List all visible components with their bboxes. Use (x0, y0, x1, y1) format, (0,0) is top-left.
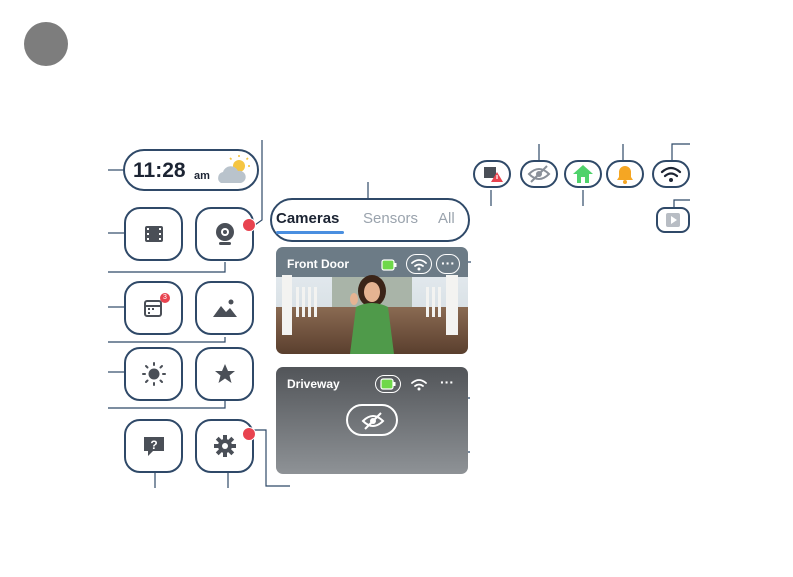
calendar-button[interactable]: 3 (124, 281, 183, 335)
wifi-status-button[interactable] (652, 160, 690, 188)
live-view-button[interactable] (656, 207, 690, 233)
clock-time: 11:28 (133, 159, 186, 182)
privacy-icon (361, 412, 385, 430)
privacy-status-button[interactable] (520, 160, 558, 188)
settings-button[interactable] (195, 419, 256, 473)
camera-card-driveway[interactable]: Driveway ··· (276, 367, 468, 474)
help-icon: ? (143, 437, 164, 456)
clock-ampm: am (194, 170, 210, 182)
tab-cameras[interactable]: Cameras (276, 210, 339, 227)
camera-notification-dot (242, 218, 256, 232)
settings-notification-dot (242, 427, 256, 441)
tab-active-indicator (276, 231, 344, 234)
clips-button[interactable] (124, 207, 183, 261)
brightness-icon (141, 362, 166, 386)
battery-status-driveway (375, 375, 401, 393)
play-icon (666, 213, 680, 227)
wifi-icon (411, 259, 427, 271)
more-icon: ··· (441, 255, 455, 271)
favorite-button[interactable] (195, 347, 254, 401)
help-button[interactable]: ? (124, 419, 183, 473)
offline-status-button[interactable] (473, 160, 511, 188)
tab-all[interactable]: All (438, 210, 455, 227)
brightness-button[interactable] (124, 347, 183, 401)
home-mode-icon (573, 165, 593, 183)
battery-icon (381, 259, 397, 271)
calendar-badge: 3 (160, 293, 170, 303)
home-mode-button[interactable] (564, 160, 602, 188)
svg-text:?: ? (150, 438, 157, 452)
offline-icon (484, 167, 503, 182)
camera-icon (215, 223, 234, 245)
tab-sensors[interactable]: Sensors (363, 210, 418, 227)
battery-icon (380, 378, 396, 390)
privacy-icon (527, 165, 551, 183)
gallery-icon (212, 299, 237, 317)
camera-name-driveway: Driveway (287, 377, 340, 391)
privacy-toggle-driveway[interactable] (346, 404, 398, 436)
favorite-icon (214, 364, 235, 383)
camera-button[interactable] (195, 207, 256, 261)
wifi-status-front-door[interactable] (406, 254, 432, 274)
wifi-icon (411, 379, 427, 391)
clock-weather-widget[interactable]: 11:28 am (123, 149, 259, 191)
wifi-icon (660, 166, 682, 182)
alarm-icon (617, 166, 633, 184)
gallery-button[interactable] (195, 281, 254, 335)
camera-name-front-door: Front Door (287, 257, 349, 271)
camera-card-front-door[interactable]: Front Door ··· (276, 247, 468, 354)
weather-icon (218, 155, 250, 183)
settings-icon (213, 435, 236, 457)
more-icon[interactable]: ··· (440, 374, 454, 390)
alarm-button[interactable] (606, 160, 644, 188)
more-button-front-door[interactable]: ··· (436, 254, 460, 274)
clips-icon (144, 226, 163, 242)
